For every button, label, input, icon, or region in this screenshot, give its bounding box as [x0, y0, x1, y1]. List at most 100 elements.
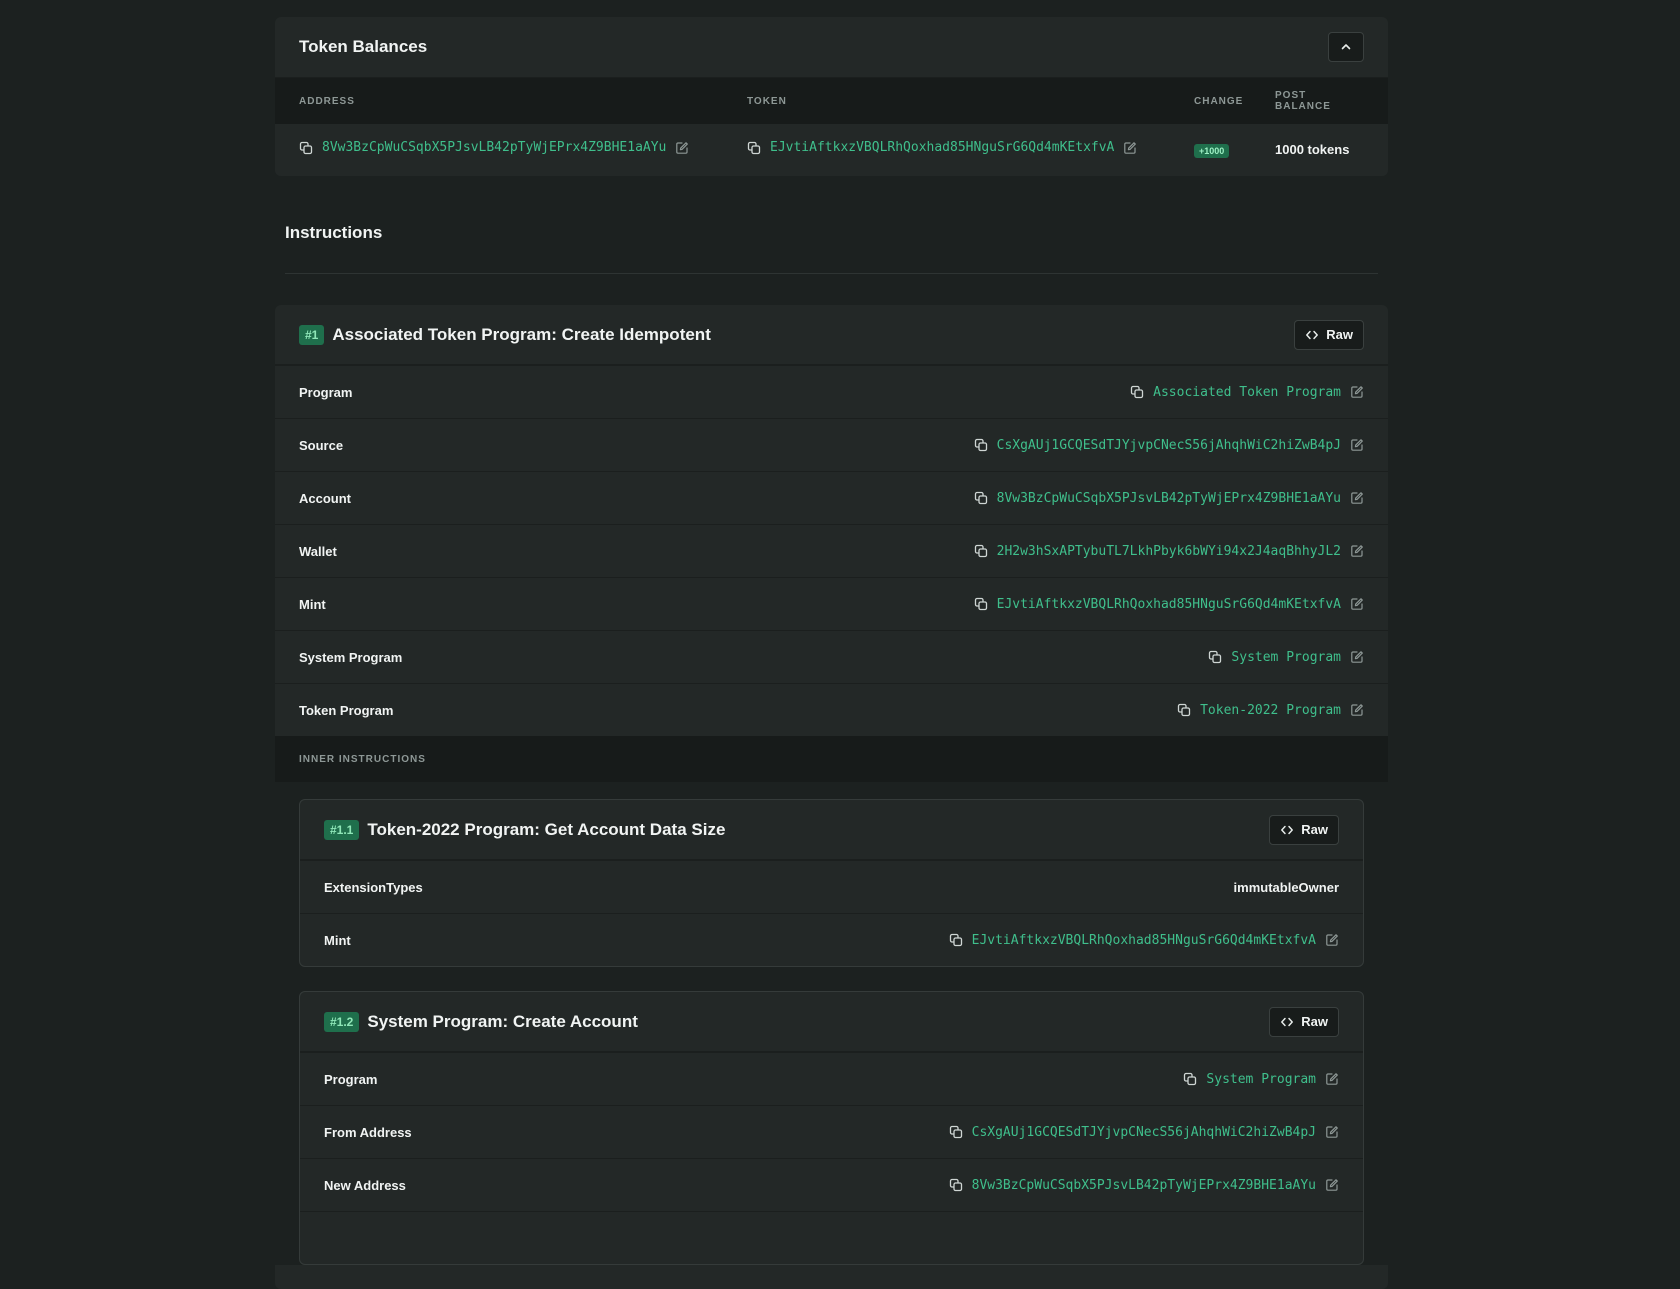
- param-value-link[interactable]: CsXgAUj1GCQESdTJYjvpCNecS56jAhqhWiC2hiZw…: [972, 1125, 1316, 1140]
- param-value-link[interactable]: EJvtiAftkxzVBQLRhQoxhad85HNguSrG6Qd4mKEt…: [997, 597, 1341, 612]
- param-row-program: Program Associated Token Program: [275, 365, 1388, 418]
- column-header-change: CHANGE: [1194, 95, 1244, 107]
- inner-instruction-header: #1.1 Token-2022 Program: Get Account Dat…: [300, 800, 1363, 860]
- table-row: 8Vw3BzCpWuCSqbX5PJsvLB42pTyWjEPrx4Z9BHE1…: [275, 124, 1388, 176]
- edit-icon[interactable]: [675, 141, 689, 155]
- instruction-name: Token-2022 Program: Get Account Data Siz…: [367, 819, 726, 839]
- param-label: Program: [299, 384, 353, 400]
- param-row-token-program: Token Program Token-2022 Program: [275, 683, 1388, 736]
- param-value-link[interactable]: 2H2w3hSxAPTybuTL7LkhPbyk6bWYi94x2J4aqBhh…: [997, 544, 1341, 559]
- edit-icon[interactable]: [1350, 544, 1364, 558]
- param-row-mint: Mint EJvtiAftkxzVBQLRhQoxhad85HNguSrG6Qd…: [300, 913, 1363, 966]
- raw-button-label: Raw: [1301, 822, 1328, 837]
- instruction-header: #1 Associated Token Program: Create Idem…: [275, 305, 1388, 365]
- param-value-link[interactable]: EJvtiAftkxzVBQLRhQoxhad85HNguSrG6Qd4mKEt…: [972, 933, 1316, 948]
- column-header-address: ADDRESS: [299, 95, 355, 107]
- chevron-up-icon: [1339, 40, 1353, 54]
- param-label: Wallet: [299, 543, 337, 559]
- raw-button-label: Raw: [1326, 327, 1353, 342]
- param-value-link[interactable]: Associated Token Program: [1153, 385, 1341, 400]
- inner-instruction-card: #1.2 System Program: Create Account Raw …: [299, 991, 1364, 1265]
- inner-instructions: #1.1 Token-2022 Program: Get Account Dat…: [275, 782, 1388, 1265]
- param-label: Token Program: [299, 702, 394, 718]
- token-balances-table-header: ADDRESS TOKEN CHANGE POST BALANCE: [275, 78, 1388, 124]
- param-row-system-program: System Program System Program: [275, 630, 1388, 683]
- edit-icon[interactable]: [1325, 1072, 1339, 1086]
- inner-instruction-card: #1.1 Token-2022 Program: Get Account Dat…: [299, 799, 1364, 967]
- param-label: Source: [299, 437, 344, 453]
- copy-icon[interactable]: [949, 1178, 963, 1192]
- token-link[interactable]: EJvtiAftkxzVBQLRhQoxhad85HNguSrG6Qd4mKEt…: [770, 140, 1114, 155]
- instruction-name: Associated Token Program: Create Idempot…: [332, 324, 711, 344]
- raw-button-label: Raw: [1301, 1014, 1328, 1029]
- post-balance: 1000 tokens: [1275, 142, 1350, 157]
- copy-icon[interactable]: [949, 933, 963, 947]
- raw-button[interactable]: Raw: [1269, 814, 1339, 845]
- address-link[interactable]: 8Vw3BzCpWuCSqbX5PJsvLB42pTyWjEPrx4Z9BHE1…: [322, 140, 666, 155]
- param-label: Mint: [324, 932, 351, 948]
- param-row-program: Program System Program: [300, 1052, 1363, 1105]
- edit-icon[interactable]: [1350, 491, 1364, 505]
- change-badge: +1000: [1194, 144, 1230, 158]
- copy-icon[interactable]: [1183, 1072, 1197, 1086]
- page: Token Balances ADDRESS TOKEN CHANGE POST…: [275, 0, 1388, 1289]
- raw-button[interactable]: Raw: [1269, 1006, 1339, 1037]
- copy-icon[interactable]: [974, 597, 988, 611]
- edit-icon[interactable]: [1350, 385, 1364, 399]
- param-label: Account: [299, 490, 351, 506]
- param-label: Program: [324, 1071, 378, 1087]
- copy-icon[interactable]: [1177, 703, 1191, 717]
- copy-icon[interactable]: [949, 1125, 963, 1139]
- token-balances-card: Token Balances ADDRESS TOKEN CHANGE POST…: [275, 17, 1388, 176]
- copy-icon[interactable]: [1208, 650, 1222, 664]
- edit-icon[interactable]: [1123, 141, 1137, 155]
- param-row-source: Source CsXgAUj1GCQESdTJYjvpCNecS56jAhqhW…: [275, 418, 1388, 471]
- param-label: System Program: [299, 649, 403, 665]
- copy-icon[interactable]: [1130, 385, 1144, 399]
- inner-instruction-header: #1.2 System Program: Create Account Raw: [300, 992, 1363, 1052]
- param-label: ExtensionTypes: [324, 879, 423, 895]
- edit-icon[interactable]: [1350, 597, 1364, 611]
- param-value-link[interactable]: System Program: [1206, 1072, 1316, 1087]
- token-balances-title: Token Balances: [299, 37, 428, 56]
- param-row-mint: Mint EJvtiAftkxzVBQLRhQoxhad85HNguSrG6Qd…: [275, 577, 1388, 630]
- param-row-extension-types: ExtensionTypes immutableOwner: [300, 860, 1363, 913]
- edit-icon[interactable]: [1350, 438, 1364, 452]
- param-value-link[interactable]: Token-2022 Program: [1200, 703, 1341, 718]
- instruction-card: #1 Associated Token Program: Create Idem…: [275, 305, 1388, 1289]
- code-icon: [1280, 1015, 1294, 1029]
- copy-icon[interactable]: [974, 491, 988, 505]
- param-row-wallet: Wallet 2H2w3hSxAPTybuTL7LkhPbyk6bWYi94x2…: [275, 524, 1388, 577]
- edit-icon[interactable]: [1325, 1178, 1339, 1192]
- edit-icon[interactable]: [1350, 703, 1364, 717]
- param-row-new-address: New Address 8Vw3BzCpWuCSqbX5PJsvLB42pTyW…: [300, 1158, 1363, 1211]
- instructions-title: Instructions: [285, 176, 1378, 274]
- instruction-number-badge: #1.2: [324, 1011, 360, 1032]
- edit-icon[interactable]: [1350, 650, 1364, 664]
- param-value-link[interactable]: 8Vw3BzCpWuCSqbX5PJsvLB42pTyWjEPrx4Z9BHE1…: [997, 491, 1341, 506]
- param-label: New Address: [324, 1177, 406, 1193]
- collapse-button[interactable]: [1328, 32, 1364, 62]
- instruction-name: System Program: Create Account: [367, 1011, 638, 1031]
- instruction-number-badge: #1.1: [324, 819, 360, 840]
- param-row-account: Account 8Vw3BzCpWuCSqbX5PJsvLB42pTyWjEPr…: [275, 471, 1388, 524]
- column-header-post-balance: POST BALANCE: [1275, 90, 1331, 112]
- instruction-number-badge: #1: [299, 324, 325, 345]
- param-value-link[interactable]: CsXgAUj1GCQESdTJYjvpCNecS56jAhqhWiC2hiZw…: [997, 438, 1341, 453]
- code-icon: [1280, 823, 1294, 837]
- param-label: Mint: [299, 596, 326, 612]
- copy-icon[interactable]: [747, 141, 761, 155]
- copy-icon[interactable]: [299, 141, 313, 155]
- raw-button[interactable]: Raw: [1294, 319, 1364, 350]
- edit-icon[interactable]: [1325, 933, 1339, 947]
- param-row: [300, 1211, 1363, 1264]
- token-balances-header: Token Balances: [275, 17, 1388, 78]
- inner-instructions-label: INNER INSTRUCTIONS: [275, 736, 1388, 782]
- param-value-link[interactable]: System Program: [1231, 650, 1341, 665]
- param-row-from-address: From Address CsXgAUj1GCQESdTJYjvpCNecS56…: [300, 1105, 1363, 1158]
- param-value-link[interactable]: 8Vw3BzCpWuCSqbX5PJsvLB42pTyWjEPrx4Z9BHE1…: [972, 1178, 1316, 1193]
- column-header-token: TOKEN: [747, 95, 787, 107]
- copy-icon[interactable]: [974, 438, 988, 452]
- copy-icon[interactable]: [974, 544, 988, 558]
- edit-icon[interactable]: [1325, 1125, 1339, 1139]
